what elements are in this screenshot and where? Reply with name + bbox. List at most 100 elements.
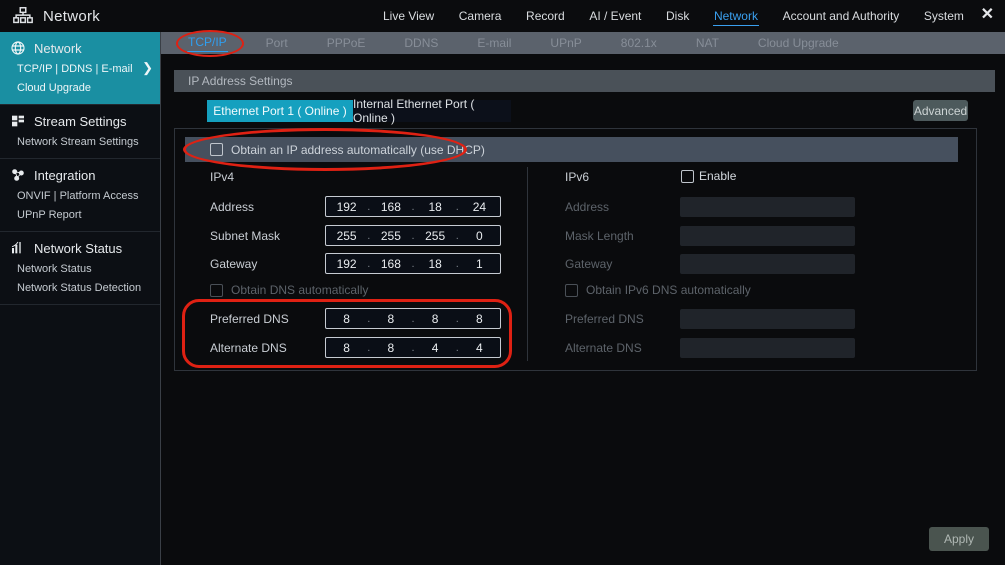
sidebar-item-stream-settings[interactable]: Stream Settings Network Stream Settings — [0, 105, 160, 159]
ipv4-dns-auto-checkbox[interactable] — [210, 284, 223, 297]
ip-octet[interactable]: 18 — [415, 257, 456, 271]
ip-octet[interactable]: 1 — [459, 257, 500, 271]
sidebar-item-network[interactable]: Network TCP/IP | DDNS | E-mail Cloud Upg… — [0, 32, 160, 105]
chevron-right-icon: ❯ — [142, 60, 153, 76]
ipv6-preferred-dns-row: Preferred DNS — [565, 308, 855, 329]
dhcp-row: Obtain an IP address automatically (use … — [185, 137, 958, 162]
ip-octet[interactable]: 168 — [370, 200, 411, 214]
ipv4-subnet-input[interactable]: 255.255.255.0 — [325, 225, 501, 246]
ipv4-alternate-dns-input[interactable]: 8.8.4.4 — [325, 337, 501, 358]
menu-network[interactable]: Network — [713, 7, 759, 26]
tab-ddns[interactable]: DDNS — [403, 35, 439, 52]
sidebar-link-network-status-detection[interactable]: Network Status Detection — [17, 282, 152, 294]
menu-ai-event[interactable]: AI / Event — [588, 7, 642, 25]
sidebar-link-tcpip-ddns-email[interactable]: TCP/IP | DDNS | E-mail — [17, 63, 152, 75]
section-header: IP Address Settings — [174, 70, 995, 92]
tab-tcpip[interactable]: TCP/IP — [187, 34, 228, 52]
ipv4-gateway-input[interactable]: 192.168.18.1 — [325, 253, 501, 274]
ipv4-section-label: IPv4 — [210, 170, 234, 184]
ip-octet[interactable]: 192 — [326, 200, 367, 214]
menu-account-authority[interactable]: Account and Authority — [782, 7, 901, 25]
sidebar: Network TCP/IP | DDNS | E-mail Cloud Upg… — [0, 32, 161, 565]
ipv6-section-label: IPv6 — [565, 170, 589, 184]
ipv6-dns-auto-row: Obtain IPv6 DNS automatically — [565, 283, 751, 297]
sidebar-link-upnp-report[interactable]: UPnP Report — [17, 209, 152, 221]
ipv4-alternate-dns-label: Alternate DNS — [210, 341, 325, 355]
ethernet-port1-tab[interactable]: Ethernet Port 1 ( Online ) — [207, 100, 353, 122]
close-icon[interactable]: ✕ — [981, 5, 994, 25]
ipv6-enable-label: Enable — [699, 169, 736, 183]
menu-disk[interactable]: Disk — [665, 7, 690, 25]
tab-upnp[interactable]: UPnP — [549, 35, 582, 52]
ip-octet[interactable]: 8 — [459, 312, 500, 326]
sidebar-link-onvif-platform-access[interactable]: ONVIF | Platform Access — [17, 190, 152, 202]
ipv6-mask-input — [680, 226, 855, 246]
ipv6-preferred-dns-input — [680, 309, 855, 329]
tab-email[interactable]: E-mail — [476, 35, 512, 52]
apply-button[interactable]: Apply — [929, 527, 989, 551]
status-chart-icon — [10, 240, 26, 256]
tab-port[interactable]: Port — [265, 35, 289, 52]
ipv4-subnet-row: Subnet Mask 255.255.255.0 — [210, 225, 501, 246]
column-divider — [527, 167, 528, 361]
sidebar-link-network-stream-settings[interactable]: Network Stream Settings — [17, 136, 152, 148]
ip-octet[interactable]: 4 — [415, 341, 456, 355]
tab-8021x[interactable]: 802.1x — [620, 35, 658, 52]
menu-record[interactable]: Record — [525, 7, 566, 25]
ipv6-gateway-row: Gateway — [565, 253, 855, 274]
sidebar-item-integration[interactable]: Integration ONVIF | Platform Access UPnP… — [0, 159, 160, 232]
sidebar-item-network-status[interactable]: Network Status Network Status Network St… — [0, 232, 160, 305]
ip-octet[interactable]: 8 — [326, 312, 367, 326]
network-topology-logo-icon — [12, 5, 34, 27]
sidebar-link-cloud-upgrade[interactable]: Cloud Upgrade — [17, 82, 152, 94]
ip-octet[interactable]: 8 — [370, 341, 411, 355]
sidebar-link-network-status[interactable]: Network Status — [17, 263, 152, 275]
menu-camera[interactable]: Camera — [458, 7, 503, 25]
sidebar-item-title: Network Status — [34, 241, 122, 256]
sidebar-item-title: Network — [34, 41, 82, 56]
ip-octet[interactable]: 8 — [326, 341, 367, 355]
tab-cloud-upgrade[interactable]: Cloud Upgrade — [757, 35, 840, 52]
ipv6-preferred-dns-label: Preferred DNS — [565, 312, 680, 326]
ip-octet[interactable]: 8 — [415, 312, 456, 326]
ipv4-address-input[interactable]: 192.168.18.24 — [325, 196, 501, 217]
ipv6-mask-row: Mask Length — [565, 225, 855, 246]
ipv4-gateway-row: Gateway 192.168.18.1 — [210, 253, 501, 274]
ipv4-subnet-label: Subnet Mask — [210, 229, 325, 243]
menu-system[interactable]: System — [923, 7, 965, 25]
ipv4-dns-auto-row: Obtain DNS automatically — [210, 283, 368, 297]
ip-octet[interactable]: 4 — [459, 341, 500, 355]
globe-icon — [10, 40, 26, 56]
tab-pppoe[interactable]: PPPoE — [326, 35, 367, 52]
page-title: Network — [43, 8, 100, 25]
dhcp-checkbox[interactable] — [210, 143, 223, 156]
ip-octet[interactable]: 168 — [370, 257, 411, 271]
ipv6-gateway-input — [680, 254, 855, 274]
integration-nodes-icon — [10, 167, 26, 183]
ipv6-alternate-dns-row: Alternate DNS — [565, 337, 855, 358]
ipv4-preferred-dns-input[interactable]: 8.8.8.8 — [325, 308, 501, 329]
ip-octet[interactable]: 255 — [326, 229, 367, 243]
tab-nat[interactable]: NAT — [695, 35, 720, 52]
ip-settings-groupbox — [174, 128, 977, 371]
ip-octet[interactable]: 255 — [370, 229, 411, 243]
ipv6-gateway-label: Gateway — [565, 257, 680, 271]
menu-live-view[interactable]: Live View — [382, 7, 435, 25]
ip-octet[interactable]: 8 — [370, 312, 411, 326]
network-tab-bar: TCP/IP Port PPPoE DDNS E-mail UPnP 802.1… — [161, 32, 1005, 54]
internal-ethernet-port-tab[interactable]: Internal Ethernet Port ( Online ) — [353, 100, 511, 122]
sidebar-item-title: Stream Settings — [34, 114, 127, 129]
ipv4-dns-auto-label: Obtain DNS automatically — [231, 283, 368, 297]
ip-octet[interactable]: 18 — [415, 200, 456, 214]
ip-octet[interactable]: 192 — [326, 257, 367, 271]
ipv6-alternate-dns-label: Alternate DNS — [565, 341, 680, 355]
advanced-button[interactable]: Advanced — [913, 100, 968, 121]
ipv6-dns-auto-checkbox — [565, 284, 578, 297]
ipv6-dns-auto-label: Obtain IPv6 DNS automatically — [586, 283, 751, 297]
ip-octet[interactable]: 24 — [459, 200, 500, 214]
main-menu: Live View Camera Record AI / Event Disk … — [382, 0, 965, 32]
ip-octet[interactable]: 255 — [415, 229, 456, 243]
ipv6-enable-checkbox[interactable] — [681, 170, 694, 183]
ip-octet[interactable]: 0 — [459, 229, 500, 243]
ipv6-enable-row: Enable — [681, 169, 736, 183]
